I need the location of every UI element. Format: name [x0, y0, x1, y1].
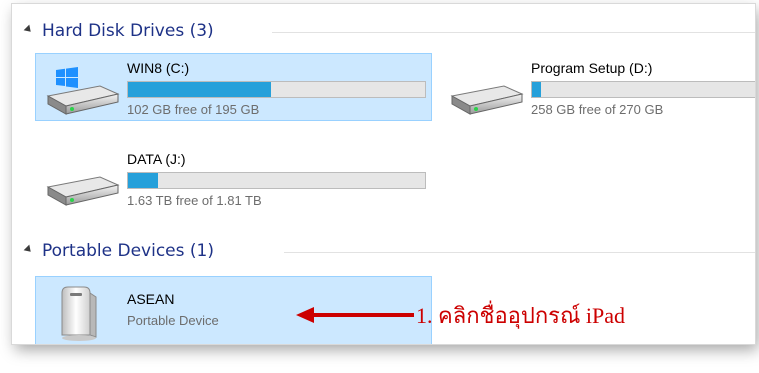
instruction-annotation: 1. คลิกชื่ออุปกรณ์ iPad [296, 297, 625, 333]
group-divider [284, 252, 755, 253]
drive-tile-c[interactable]: WIN8 (C:) 102 GB free of 195 GB [35, 53, 432, 121]
group-title: Hard Disk Drives (3) [42, 21, 214, 41]
group-header-hard-disk-drives[interactable]: Hard Disk Drives (3) [23, 20, 214, 42]
explorer-content-pane: Hard Disk Drives (3) WIN8 (C:) 102 GB fr… [12, 4, 755, 344]
device-type: Portable Device [127, 313, 219, 328]
group-header-portable-devices[interactable]: Portable Devices (1) [23, 240, 214, 262]
windows-drive-icon [46, 67, 120, 115]
drive-usage-bar [127, 172, 426, 189]
group-divider [272, 32, 755, 33]
drive-name: Program Setup (D:) [531, 60, 653, 76]
drive-usage-fill [128, 173, 158, 188]
hard-drive-icon [450, 85, 524, 115]
device-name: ASEAN [127, 291, 175, 307]
hard-drive-icon [46, 176, 120, 206]
drive-tile-d[interactable]: Program Setup (D:) 258 GB free of 270 GB [439, 53, 755, 121]
drive-free-space: 258 GB free of 270 GB [531, 102, 664, 117]
drive-usage-fill [532, 82, 542, 97]
drive-usage-bar [531, 81, 755, 98]
collapse-triangle-icon[interactable] [23, 24, 34, 35]
annotation-text: 1. คลิกชื่ออุปกรณ์ iPad [416, 302, 625, 328]
left-arrow-icon [296, 307, 414, 323]
portable-device-icon [61, 286, 97, 341]
drive-name: DATA (J:) [127, 151, 186, 167]
drive-name: WIN8 (C:) [127, 60, 190, 76]
drive-tile-j[interactable]: DATA (J:) 1.63 TB free of 1.81 TB [35, 144, 432, 212]
drive-usage-bar [127, 81, 426, 98]
drive-free-space: 1.63 TB free of 1.81 TB [127, 193, 262, 208]
drive-usage-fill [128, 82, 271, 97]
collapse-triangle-icon[interactable] [23, 244, 34, 255]
drive-free-space: 102 GB free of 195 GB [127, 102, 260, 117]
group-title: Portable Devices (1) [42, 241, 214, 261]
